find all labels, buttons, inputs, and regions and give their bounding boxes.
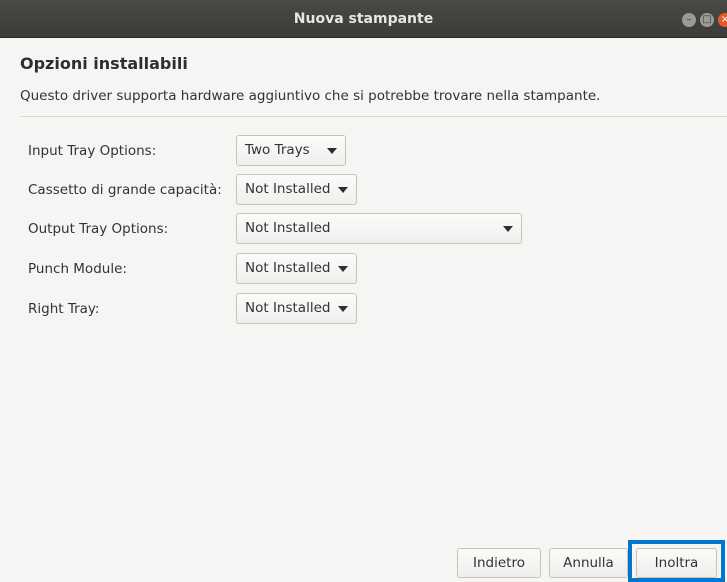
window-title: Nuova stampante <box>293 11 434 27</box>
high-capacity-tray-label: Cassetto di grande capacità: <box>28 182 222 198</box>
input-tray-label: Input Tray Options: <box>28 143 157 159</box>
punch-module-value: Not Installed <box>245 260 331 276</box>
page-description: Questo driver supporta hardware aggiunti… <box>20 88 601 104</box>
forward-button-highlight <box>628 540 725 582</box>
output-tray-label: Output Tray Options: <box>28 221 169 237</box>
chevron-down-icon <box>327 148 337 154</box>
minimize-icon[interactable]: – <box>682 13 696 27</box>
back-button[interactable]: Indietro <box>457 548 541 578</box>
chevron-down-icon <box>338 306 348 312</box>
right-tray-label: Right Tray: <box>28 301 100 317</box>
chevron-down-icon <box>503 226 513 232</box>
right-tray-value: Not Installed <box>245 300 331 316</box>
input-tray-select[interactable]: Two Trays <box>236 135 346 166</box>
right-tray-select[interactable]: Not Installed <box>236 293 357 324</box>
input-tray-value: Two Trays <box>245 142 310 158</box>
output-tray-select[interactable]: Not Installed <box>236 213 522 244</box>
page-title: Opzioni installabili <box>20 54 188 73</box>
cancel-button[interactable]: Annulla <box>549 548 628 578</box>
high-capacity-tray-select[interactable]: Not Installed <box>236 174 357 205</box>
punch-module-label: Punch Module: <box>28 261 127 277</box>
title-bar: Nuova stampante – □ × <box>0 0 727 38</box>
maximize-icon[interactable]: □ <box>700 13 714 27</box>
high-capacity-tray-value: Not Installed <box>245 181 331 197</box>
punch-module-select[interactable]: Not Installed <box>236 253 357 284</box>
chevron-down-icon <box>338 187 348 193</box>
divider <box>20 116 727 117</box>
close-icon[interactable]: × <box>718 13 727 27</box>
chevron-down-icon <box>338 266 348 272</box>
output-tray-value: Not Installed <box>245 220 331 236</box>
